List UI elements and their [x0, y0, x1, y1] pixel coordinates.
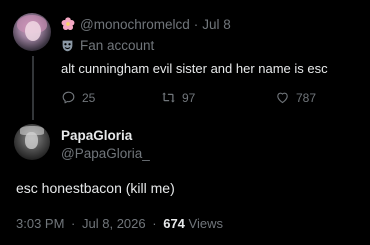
- retweet-icon: [162, 92, 175, 103]
- tweet-time[interactable]: 3:03 PM: [16, 216, 64, 231]
- tweet-meta: 3:03 PM · Jul 8, 2026 · 674 Views: [16, 216, 223, 231]
- tweet-date[interactable]: Jul 8, 2026: [82, 216, 146, 231]
- like-count: 787: [296, 90, 317, 105]
- reply-button[interactable]: 25: [61, 90, 95, 105]
- reply-icon: [62, 91, 75, 104]
- account-label-row: Fan account: [61, 36, 154, 54]
- avatar[interactable]: [14, 124, 50, 160]
- views-label: Views: [188, 216, 223, 231]
- meta-separator: ·: [71, 216, 76, 231]
- avatar-face: [25, 132, 38, 149]
- meta-separator: ·: [152, 216, 157, 231]
- account-label: Fan account: [80, 37, 155, 53]
- parent-tweet-actions: 25 97 787: [61, 90, 361, 106]
- parent-tweet-text: alt cunningham evil sister and her name …: [61, 61, 328, 76]
- avatar[interactable]: [13, 13, 51, 51]
- header-separator: ·: [193, 16, 199, 32]
- parent-tweet-header: @monochromelcd · Jul 8: [61, 15, 231, 33]
- display-name[interactable]: PapaGloria: [61, 128, 132, 143]
- theater-mask-icon: [62, 40, 73, 51]
- parent-date[interactable]: Jul 8: [202, 17, 231, 32]
- like-button[interactable]: 787: [275, 90, 316, 105]
- thread-connector-line: [32, 56, 34, 120]
- views-count: 674: [163, 216, 185, 231]
- retweet-count: 97: [182, 90, 196, 105]
- parent-handle[interactable]: @monochromelcd: [80, 17, 190, 32]
- flower-icon: [61, 17, 75, 31]
- reply-count: 25: [82, 90, 96, 105]
- retweet-button[interactable]: 97: [161, 90, 195, 105]
- heart-icon: [277, 92, 288, 104]
- user-handle[interactable]: @PapaGloria_: [61, 146, 150, 161]
- avatar-face: [25, 21, 41, 41]
- tweet-text: esc honestbacon (kill me): [16, 180, 175, 196]
